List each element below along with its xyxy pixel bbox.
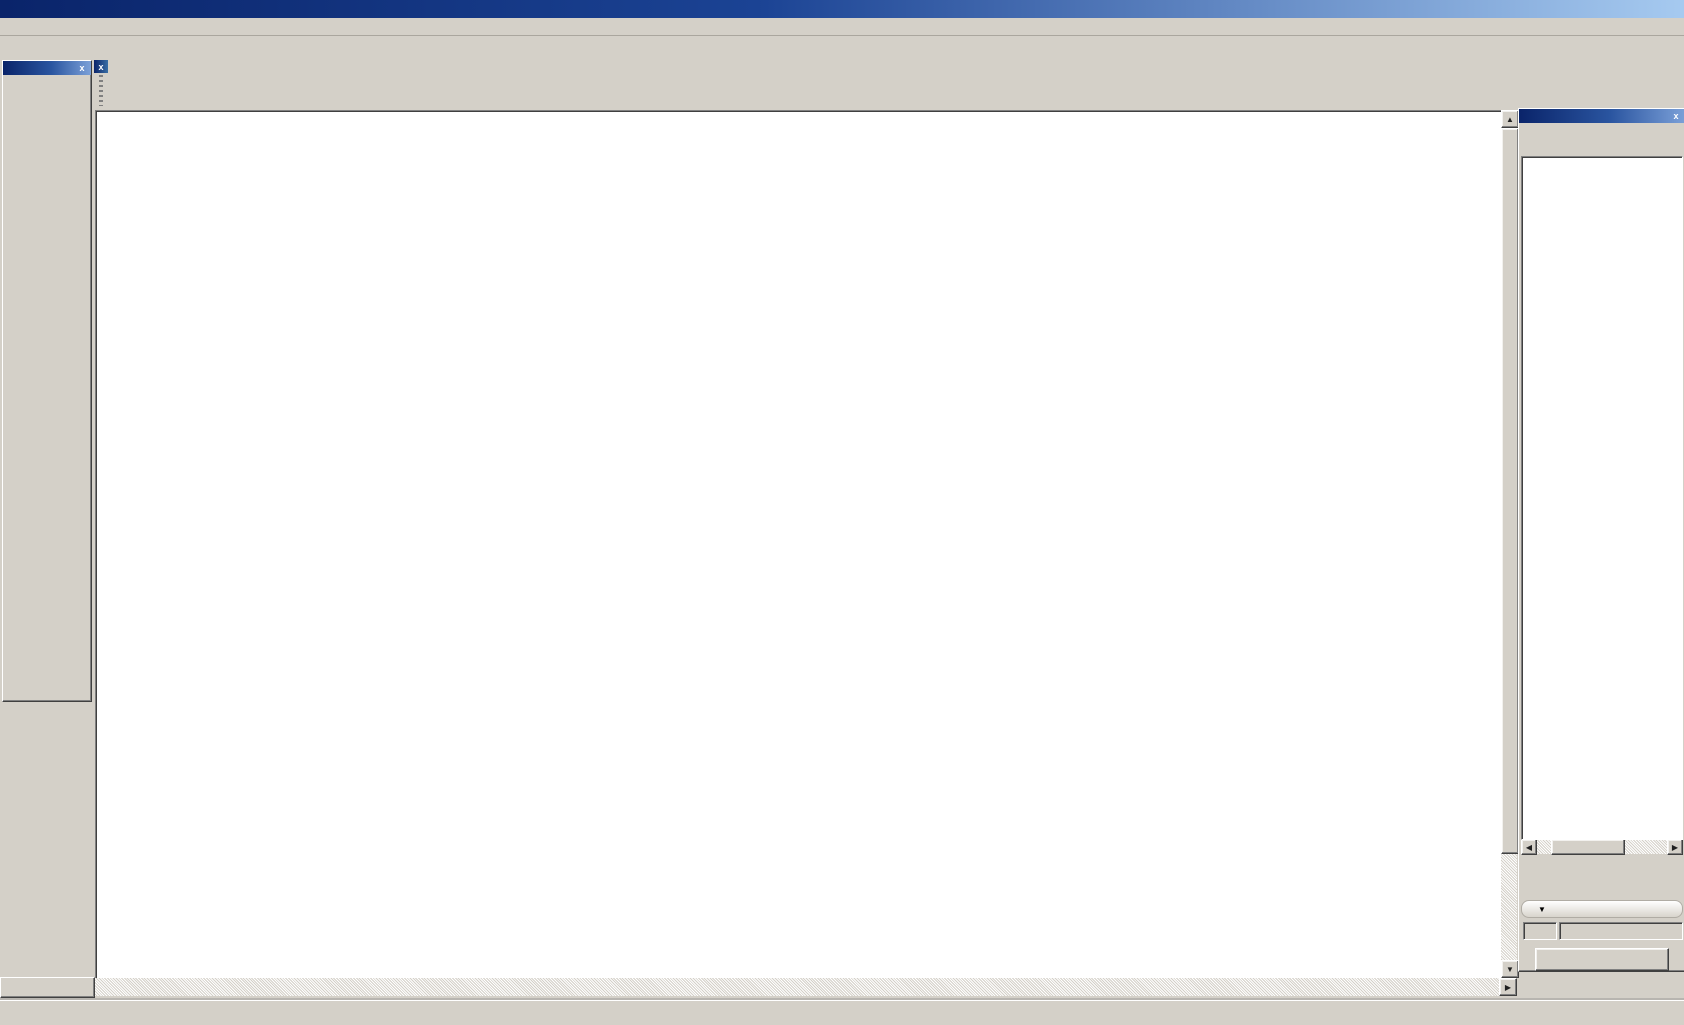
toolbox-titlebar[interactable]: x	[3, 61, 91, 75]
tree-scroll-thumb[interactable]	[1551, 839, 1625, 855]
viewpoint-name-field[interactable]	[1559, 922, 1683, 940]
title-bar[interactable]	[0, 0, 1684, 18]
navigator-titlebar[interactable]: x	[1519, 109, 1684, 123]
navigator-panel: x ◀ ▶ ▼	[1518, 108, 1684, 972]
main-toolbar	[0, 35, 1684, 60]
navigator-close-icon[interactable]: x	[1670, 111, 1682, 122]
toolbox-panel: x	[2, 60, 92, 702]
scroll-up-icon[interactable]: ▲	[1501, 110, 1519, 128]
horizontal-scroll-track[interactable]	[95, 978, 1499, 996]
tree-scroll-right-icon[interactable]: ▶	[1667, 839, 1683, 855]
archicad-app-icon	[2, 2, 18, 17]
settings-button[interactable]	[1535, 948, 1669, 971]
vertical-scroll-thumb[interactable]	[1501, 128, 1519, 854]
system-resources	[1462, 1004, 1512, 1020]
vertical-scroll-track[interactable]	[1501, 854, 1517, 960]
bottom-left-dock	[0, 977, 95, 998]
viewpoint-buttons	[1519, 854, 1684, 896]
project-map-tree	[1521, 156, 1683, 840]
properties-row	[1519, 920, 1684, 942]
disk-icon	[1462, 1004, 1478, 1020]
navigator-toolbar	[1519, 123, 1684, 155]
memory-icon	[1490, 1004, 1506, 1020]
3d-view	[96, 111, 1502, 979]
scroll-down-icon[interactable]: ▼	[1501, 960, 1519, 978]
document-icon	[2, 19, 18, 34]
toolbar-close-icon[interactable]: x	[94, 60, 108, 73]
menu-bar	[0, 18, 1684, 36]
properties-header[interactable]: ▼	[1521, 900, 1683, 918]
status-bar	[0, 1000, 1684, 1025]
toolbar-handle[interactable]: x	[93, 60, 109, 106]
drawing-canvas[interactable]	[95, 110, 1503, 980]
collapse-arrow-icon: ▼	[1538, 905, 1546, 914]
arrow-options-toolbar: x	[93, 60, 109, 106]
archicad-window: { "window": {"title": "Untitled - Graphi…	[0, 0, 1684, 1024]
vertical-scrollbar[interactable]: ▲ ▼	[1501, 110, 1517, 978]
viewpoint-id-field[interactable]	[1523, 922, 1557, 940]
toolbar-grip[interactable]	[99, 75, 103, 106]
toolbox-close-icon[interactable]: x	[76, 63, 88, 74]
tree-scroll-left-icon[interactable]: ◀	[1521, 839, 1537, 855]
scroll-right-icon[interactable]: ▶	[1499, 978, 1517, 996]
viewport-bottom-bar: ▶	[95, 978, 1517, 996]
tree-horizontal-scrollbar[interactable]: ◀ ▶	[1521, 840, 1683, 854]
